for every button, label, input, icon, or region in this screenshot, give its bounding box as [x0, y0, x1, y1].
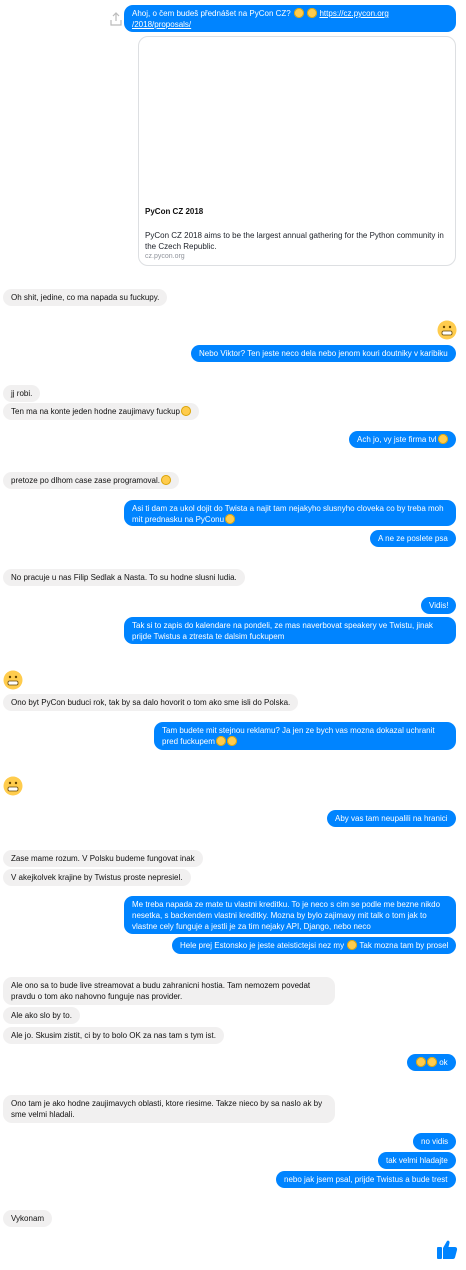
message-text: Ale jo. Skusim zistit, ci by to bolo OK … — [11, 1031, 216, 1040]
message-text: Nebo Viktor? Ten jeste neco dela nebo je… — [199, 349, 448, 358]
message-text: Hele prej Estonsko je jeste ateistictejs… — [180, 941, 345, 950]
message-text: Oh shit, jedine, co ma napada su fuckupy… — [11, 293, 160, 302]
grinning-emoji-icon — [181, 406, 191, 416]
message-outgoing: A ne ze poslete psa — [370, 530, 456, 547]
message-link-continued[interactable]: /2018/proposals/ — [132, 20, 191, 29]
message-incoming: Vykonam — [3, 1210, 53, 1227]
message-incoming: Ono byt PyCon buduci rok, tak by sa dalo… — [3, 694, 299, 711]
message-incoming: Zase mame rozum. V Polsku budeme fungova… — [3, 850, 203, 867]
link-preview-domain: cz.pycon.org — [145, 253, 185, 260]
message-incoming: jj robi. — [3, 385, 41, 402]
message-text: Tak mozna tam by prosel — [359, 941, 449, 950]
message-link[interactable]: https://cz.pycon.org — [319, 9, 388, 18]
message-text: Ono byt PyCon buduci rok, tak by sa dalo… — [11, 698, 291, 707]
message-text: Ono tam je ako hodne zaujimavych oblasti… — [11, 1099, 323, 1119]
link-preview-title: PyCon CZ 2018 — [145, 207, 204, 216]
message-outgoing: ok — [407, 1054, 456, 1071]
message-incoming: Ale jo. Skusim zistit, ci by to bolo OK … — [3, 1027, 224, 1044]
message-text: V akejkolvek krajine by Twistus proste n… — [11, 873, 183, 882]
thumbs-up-icon[interactable] — [436, 1238, 458, 1260]
message-outgoing: Hele prej Estonsko je jeste ateistictejs… — [172, 937, 457, 954]
grimacing-emoji-icon — [294, 8, 304, 18]
message-incoming: No pracuje u nas Filip Sedlak a Nasta. T… — [3, 569, 245, 586]
message-text: Ten ma na konte jeden hodne zaujimavy fu… — [11, 407, 180, 416]
message-text: Me treba napada ze mate tu vlastni kredi… — [132, 900, 441, 931]
message-outgoing: Tak si to zapis do kalendare na pondeli,… — [124, 617, 456, 644]
message-text: A ne ze poslete psa — [378, 534, 448, 543]
message-text: Ach jo, vy jste firma tvl — [357, 435, 437, 444]
message-text: Ale ono sa to bude live streamovat a bud… — [11, 981, 311, 1001]
message-outgoing: Ahoj, o čem budeš přednášet na PyCon CZ?… — [124, 5, 456, 32]
message-text: Vykonam — [11, 1214, 45, 1223]
message-text: Vidis! — [429, 601, 449, 610]
message-text: Tam budete mit stejnou reklamu? Ja jen z… — [162, 726, 435, 746]
message-outgoing: Ach jo, vy jste firma tvl — [349, 431, 456, 448]
share-icon[interactable] — [110, 12, 122, 26]
message-outgoing: Nebo Viktor? Ten jeste neco dela nebo je… — [191, 345, 456, 362]
grinning-emoji-icon — [3, 670, 23, 690]
message-outgoing: Me treba napada ze mate tu vlastni kredi… — [124, 896, 456, 934]
smile-emoji-icon — [225, 514, 236, 524]
message-text: Tak si to zapis do kalendare na pondeli,… — [132, 621, 433, 641]
grinning-emoji-icon — [3, 776, 23, 796]
message-incoming: Ono tam je ako hodne zaujimavych oblasti… — [3, 1095, 335, 1123]
message-text: ok — [439, 1058, 448, 1067]
message-text: Asi ti dam za ukol dojit do Twista a naj… — [132, 504, 444, 524]
message-incoming: pretoze po dlhom case zase programoval. — [3, 472, 179, 489]
message-incoming: Ale ono sa to bude live streamovat a bud… — [3, 977, 335, 1005]
message-text: tak velmi hladajte — [386, 1156, 448, 1165]
grimacing-emoji-icon — [437, 434, 448, 444]
smile-emoji-icon — [307, 8, 318, 18]
message-text: Ale ako slo by to. — [11, 1011, 72, 1020]
message-text: jj robi. — [11, 389, 33, 398]
message-text: Zase mame rozum. V Polsku budeme fungova… — [11, 854, 195, 863]
grinning-emoji-icon — [437, 320, 457, 340]
grimacing-emoji-icon — [215, 736, 226, 746]
message-incoming: Oh shit, jedine, co ma napada su fuckupy… — [3, 289, 168, 306]
message-text: No pracuje u nas Filip Sedlak a Nasta. T… — [11, 573, 237, 582]
grimacing-emoji-icon — [416, 1057, 426, 1067]
message-outgoing: Tam budete mit stejnou reklamu? Ja jen z… — [154, 722, 456, 750]
message-text: pretoze po dlhom case zase programoval. — [11, 476, 160, 485]
grimacing-emoji-icon — [226, 736, 237, 746]
link-preview-description: PyCon CZ 2018 aims to be the largest ann… — [145, 231, 444, 251]
message-text: Aby vas tam neupalili na hranici — [335, 814, 448, 823]
grinning-emoji-icon — [160, 475, 171, 485]
message-text: Ahoj, o čem budeš přednášet na PyCon CZ? — [132, 9, 291, 18]
message-incoming: Ale ako slo by to. — [3, 1007, 80, 1024]
message-text: nebo jak jsem psal, prijde Twistus a bud… — [284, 1175, 448, 1184]
message-outgoing: Aby vas tam neupalili na hranici — [327, 810, 456, 827]
message-incoming: V akejkolvek krajine by Twistus proste n… — [3, 869, 191, 886]
link-preview-card[interactable]: PyCon CZ 2018 PyCon CZ 2018 aims to be t… — [138, 36, 456, 266]
message-outgoing: nebo jak jsem psal, prijde Twistus a bud… — [276, 1171, 456, 1188]
grimacing-emoji-icon — [427, 1057, 437, 1067]
message-incoming: Ten ma na konte jeden hodne zaujimavy fu… — [3, 403, 199, 420]
message-outgoing: Vidis! — [421, 597, 457, 614]
message-outgoing: no vidis — [413, 1133, 457, 1150]
message-text: no vidis — [421, 1137, 449, 1146]
message-outgoing: Asi ti dam za ukol dojit do Twista a naj… — [124, 500, 456, 526]
grimacing-emoji-icon — [347, 940, 358, 950]
message-outgoing: tak velmi hladajte — [378, 1152, 456, 1169]
